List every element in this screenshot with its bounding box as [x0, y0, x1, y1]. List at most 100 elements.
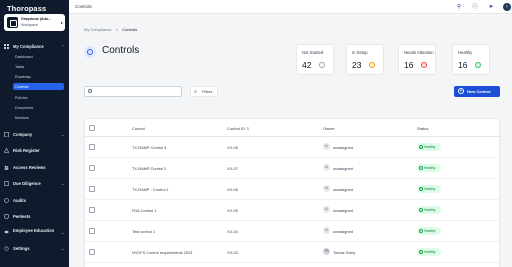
- needs-attention-icon: [421, 62, 427, 68]
- status-text: Healthy: [424, 228, 436, 233]
- filters-button[interactable]: ≡ Filters: [190, 86, 218, 97]
- check-icon: [419, 187, 423, 191]
- owner-avatar: U: [323, 143, 330, 150]
- table-row[interactable]: NYDFS Control requirements 2023 XX-03 TS…: [85, 242, 499, 263]
- sidebar-section-company[interactable]: Company ⌄: [0, 130, 69, 139]
- search-icon: [88, 89, 92, 93]
- rocket-icon[interactable]: ➤: [487, 3, 495, 11]
- top-bar: Controls ⚲ ⓘ ➤ T: [69, 0, 512, 14]
- stat-in-setup[interactable]: In Setup 23: [346, 44, 384, 75]
- page-title: Controls: [102, 45, 140, 56]
- status-badge: Healthy: [417, 164, 441, 172]
- control-id: XX-05: [227, 208, 238, 213]
- new-control-label: New Control: [467, 89, 491, 94]
- sidebar-section-risk-register[interactable]: Risk Register: [0, 146, 69, 155]
- grid-icon: [4, 44, 9, 49]
- stat-value: 42: [302, 60, 312, 70]
- sidebar-section-settings[interactable]: Settings ⌄: [0, 244, 69, 253]
- stat-healthy[interactable]: Healthy 16: [452, 44, 490, 75]
- control-name[interactable]: TX-RAMP Control 3: [132, 145, 166, 150]
- breadcrumb-separator: >: [115, 27, 119, 32]
- column-header-control[interactable]: Control: [132, 126, 145, 131]
- table-row[interactable]: Test control 1 XX-04 U unassigned Health…: [85, 221, 499, 242]
- sidebar-section-pentests[interactable]: Pentests: [0, 212, 69, 221]
- table-row[interactable]: TX-RAMP - Control 1 XX-06 U unassigned H…: [85, 179, 499, 200]
- help-icon[interactable]: ⓘ: [471, 3, 479, 11]
- clipboard-icon: [4, 181, 9, 186]
- controls-table: Control Control ID ⇅ Owner Status TX-RAM…: [84, 118, 501, 267]
- row-checkbox[interactable]: [89, 186, 95, 192]
- control-name[interactable]: TX-RAMP - Control 1: [132, 187, 169, 192]
- column-header-status[interactable]: Status: [417, 126, 428, 131]
- shield-icon: [4, 214, 9, 219]
- stat-label: Needs Attention: [404, 50, 434, 55]
- workspace-name: Graystone (Adu...: [21, 17, 51, 21]
- sidebar-section-audits[interactable]: Audits: [0, 196, 69, 205]
- control-name[interactable]: FDA Control 1: [132, 208, 156, 213]
- sidebar-item-dashboard[interactable]: Dashboard: [13, 53, 64, 60]
- sidebar-item-label: Monitors: [15, 115, 29, 120]
- owner-name: unassigned: [333, 166, 353, 171]
- users-icon: [4, 165, 9, 170]
- column-header-control-id[interactable]: Control ID ⇅: [227, 126, 250, 131]
- chevron-down-icon: ⌄: [61, 131, 65, 137]
- stat-not-started[interactable]: Not Started 42: [296, 44, 334, 75]
- column-header-owner[interactable]: Owner: [323, 126, 335, 131]
- sidebar-item-policies[interactable]: Policies: [13, 94, 64, 101]
- sidebar-section-access-reviews[interactable]: Access Reviews: [0, 163, 69, 172]
- graduation-cap-icon: [4, 230, 9, 234]
- sidebar-item-monitors[interactable]: Monitors: [13, 114, 64, 121]
- sidebar-item-roadmap[interactable]: Roadmap: [13, 73, 64, 80]
- search-input[interactable]: [84, 86, 182, 97]
- row-checkbox[interactable]: [89, 228, 95, 234]
- new-control-button[interactable]: + New Control: [454, 86, 500, 97]
- sidebar-item-label: Policies: [15, 95, 28, 100]
- owner-name: unassigned: [333, 187, 353, 192]
- sidebar-section-label: Company: [13, 131, 33, 137]
- control-name[interactable]: NYDFS Control requirements 2023: [132, 250, 192, 255]
- avatar[interactable]: T: [503, 3, 511, 11]
- sidebar-item-controls[interactable]: Controls: [13, 83, 64, 90]
- sidebar-item-label: Dashboard: [15, 54, 33, 59]
- control-id: XX-06: [227, 187, 238, 192]
- chevron-down-icon: ⌄: [61, 229, 65, 235]
- stat-needs-attention[interactable]: Needs Attention 16: [398, 44, 436, 75]
- table-row[interactable]: TX-RAMP Control 2 XX-07 U unassigned Hea…: [85, 158, 499, 179]
- workspace-switcher[interactable]: Graystone (Adu... Workspace ▸: [4, 14, 65, 31]
- row-checkbox[interactable]: [89, 249, 95, 255]
- sidebar-section-due-diligence[interactable]: Due Diligence ⌄: [0, 179, 69, 188]
- owner-avatar: TS: [323, 248, 330, 255]
- breadcrumb-parent[interactable]: My Compliance: [84, 27, 112, 32]
- sidebar-item-label: Roadmap: [15, 74, 31, 79]
- check-icon: [419, 229, 423, 233]
- sidebar-section-employee-education[interactable]: Employee Education ⌄: [0, 226, 69, 240]
- control-id: XX-07: [227, 166, 238, 171]
- filter-icon: ≡: [194, 89, 197, 94]
- row-checkbox[interactable]: [89, 207, 95, 213]
- search-icon[interactable]: ⚲: [455, 3, 463, 11]
- row-checkbox[interactable]: [89, 165, 95, 171]
- status-text: Healthy: [424, 186, 436, 191]
- sidebar-section-label: Employee Education: [13, 227, 55, 233]
- select-all-checkbox[interactable]: [89, 125, 95, 131]
- status-text: Healthy: [424, 207, 436, 212]
- control-name[interactable]: Test control 1: [132, 229, 155, 234]
- chevron-down-icon: ⌄: [61, 245, 65, 251]
- sidebar-section-my-compliance[interactable]: My Compliance ⌃: [0, 42, 69, 51]
- plus-circle-icon: +: [458, 88, 464, 94]
- status-badge: Healthy: [417, 206, 441, 214]
- sidebar: Thoropass Graystone (Adu... Workspace ▸ …: [0, 0, 69, 267]
- sidebar-item-documents[interactable]: Documents: [13, 104, 64, 111]
- status-text: Healthy: [424, 165, 436, 170]
- stat-label: Not Started: [302, 50, 324, 55]
- stat-label: Healthy: [458, 50, 473, 55]
- thoropass-logo[interactable]: Thoropass: [7, 4, 46, 13]
- row-checkbox[interactable]: [89, 144, 95, 150]
- table-row[interactable]: FDA Control 1 XX-05 U unassigned Healthy: [85, 200, 499, 221]
- sidebar-section-label: Audits: [13, 197, 27, 203]
- table-row[interactable]: TX-RAMP Control 3 XX-08 U unassigned Hea…: [85, 137, 499, 158]
- check-icon: [419, 250, 423, 254]
- sidebar-item-tasks[interactable]: Tasks: [13, 63, 64, 70]
- sidebar-item-label: Documents: [15, 105, 34, 110]
- control-name[interactable]: TX-RAMP Control 2: [132, 166, 166, 171]
